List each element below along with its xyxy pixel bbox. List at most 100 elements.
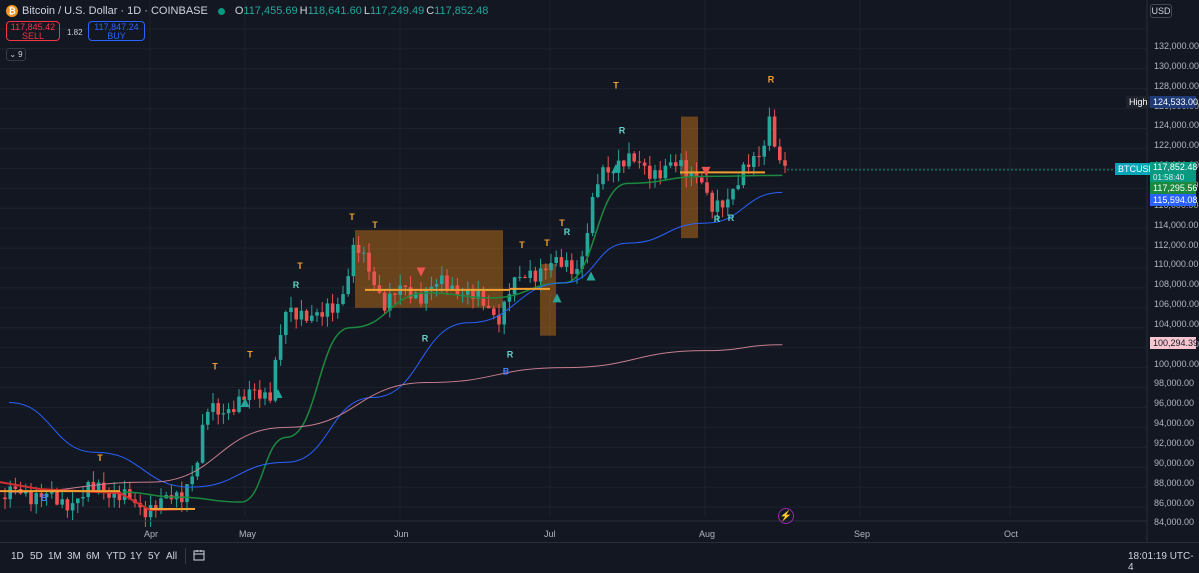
- high-tag: High: [1126, 96, 1151, 108]
- sell-label: SELL: [21, 31, 45, 41]
- range-3m[interactable]: 3M: [67, 551, 81, 562]
- signal-marker: R: [293, 280, 300, 290]
- candle-body: [564, 260, 569, 267]
- price-axis-tick: 92,000.00: [1154, 438, 1195, 448]
- indicators-toggle[interactable]: ⌄ 9: [6, 48, 26, 61]
- currency-selector[interactable]: USD: [1150, 4, 1172, 18]
- candle-body: [325, 303, 330, 317]
- candle-body: [356, 244, 361, 253]
- candle-body: [315, 312, 319, 316]
- candle-body: [237, 396, 241, 412]
- candle-body: [622, 160, 626, 167]
- candle-body: [336, 303, 340, 313]
- chevron-down-icon: ⌄: [9, 50, 17, 59]
- candle-body: [346, 276, 350, 295]
- range-5d[interactable]: 5D: [30, 551, 43, 562]
- candle-body: [637, 161, 642, 163]
- candle-body: [554, 257, 558, 263]
- signal-marker: T: [212, 362, 218, 372]
- price-axis-tick: 94,000.00: [1154, 418, 1195, 429]
- signal-marker: B: [41, 493, 48, 503]
- candle-body: [330, 303, 335, 313]
- time-axis-tick: Jun: [394, 529, 409, 539]
- candle-body: [200, 424, 205, 463]
- time-axis-tick: Aug: [699, 529, 716, 539]
- buy-button[interactable]: 117,847.24 BUY: [88, 21, 145, 41]
- calendar-icon[interactable]: [193, 549, 205, 561]
- slow-ma-label: 100,294.39: [1150, 337, 1198, 349]
- sell-button[interactable]: 117,845.42 SELL: [6, 21, 60, 41]
- mid-ma-label: 115,594.08: [1150, 194, 1197, 206]
- signal-marker: T: [372, 220, 378, 230]
- candle-body: [211, 403, 215, 412]
- range-1m[interactable]: 1M: [48, 551, 62, 562]
- price-axis-tick: 130,000.00: [1154, 60, 1199, 71]
- price-axis-tick: 110,000.00: [1154, 259, 1199, 270]
- candle-body: [746, 164, 751, 167]
- candle-body: [362, 252, 366, 254]
- range-6m[interactable]: 6M: [86, 551, 100, 562]
- signal-marker: T: [297, 261, 303, 271]
- range-1d[interactable]: 1D: [11, 551, 24, 562]
- candle-body: [715, 200, 720, 212]
- candle-body: [252, 389, 257, 391]
- candle-body: [304, 310, 309, 321]
- candle-body: [679, 160, 683, 167]
- high-label: H: [299, 5, 308, 17]
- candle-body: [518, 276, 522, 278]
- candle-body: [174, 492, 179, 500]
- high-value: 118,641.60: [307, 5, 362, 17]
- candle-body: [544, 268, 548, 271]
- slow-ma-line: [8, 344, 783, 493]
- price-axis-tick: 90,000.00: [1154, 457, 1195, 468]
- high-price-label: 124,533.00: [1150, 96, 1198, 108]
- candle-body: [642, 162, 647, 166]
- symbol-title[interactable]: Bitcoin / U.S. Dollar · 1D · COINBASE: [22, 5, 208, 17]
- candle-body: [445, 275, 449, 291]
- range-1y[interactable]: 1Y: [130, 551, 142, 562]
- price-axis-tick: 112,000.00: [1154, 239, 1199, 250]
- price-axis-tick: 98,000.00: [1154, 378, 1195, 389]
- candle-body: [70, 503, 75, 511]
- candle-body: [575, 269, 579, 274]
- range-all[interactable]: All: [166, 551, 177, 562]
- candle-body: [434, 284, 439, 287]
- candle-body: [538, 268, 543, 282]
- signal-marker: R: [507, 350, 514, 360]
- candle-body: [393, 293, 397, 295]
- candle-body: [8, 486, 12, 500]
- candle-body: [258, 389, 262, 399]
- candle-body: [533, 270, 538, 282]
- candle-body: [741, 164, 746, 186]
- lightning-icon[interactable]: ⚡: [778, 508, 794, 524]
- open-label: O: [234, 5, 244, 17]
- consolidation-zone: [540, 264, 556, 336]
- clock[interactable]: 18:01:19 UTC-4: [1128, 551, 1199, 573]
- candle-body: [263, 392, 267, 399]
- candle-body: [668, 162, 673, 166]
- candle-body: [148, 505, 153, 518]
- candle-body: [226, 409, 231, 414]
- candle-body: [757, 156, 761, 158]
- price-axis-tick: 122,000.00: [1154, 140, 1199, 151]
- candle-body: [440, 275, 444, 285]
- candle-body: [601, 167, 605, 185]
- price-axis-tick: 108,000.00: [1154, 279, 1199, 290]
- range-ytd[interactable]: YTD: [106, 551, 126, 562]
- price-chart[interactable]: TTTRTTRRBT TRTTRR RRTB: [0, 0, 1199, 542]
- low-value: 117,249.49: [369, 5, 425, 17]
- candle-body: [492, 308, 496, 315]
- candle-body: [653, 170, 657, 179]
- range-5y[interactable]: 5Y: [148, 551, 160, 562]
- market-status-icon: [217, 7, 225, 15]
- close-label: C: [426, 5, 435, 17]
- symbol-header: ₿ Bitcoin / U.S. Dollar · 1D · COINBASE …: [6, 4, 488, 18]
- candle-body: [772, 116, 777, 147]
- candle-body: [570, 260, 574, 274]
- candle-body: [720, 200, 725, 208]
- candle-body: [289, 307, 293, 313]
- bottom-toolbar: 1D 5D 1M 3M 6M YTD 1Y 5Y All 18:01:19 UTC-4: [0, 542, 1199, 573]
- candle-body: [55, 491, 59, 505]
- candle-body: [512, 277, 517, 295]
- candle-body: [632, 153, 636, 162]
